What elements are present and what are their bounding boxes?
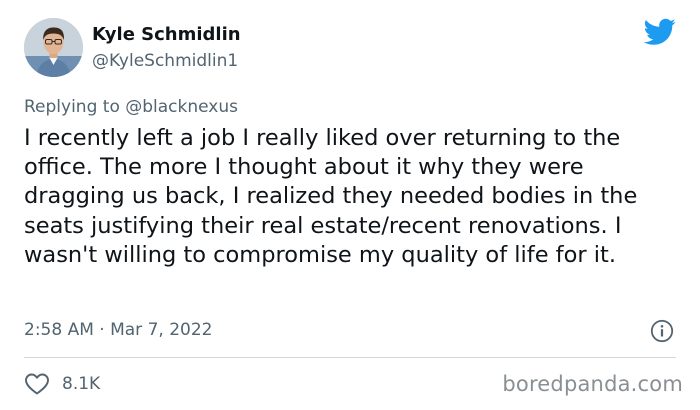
heart-icon [25,373,49,395]
replying-to-prefix: Replying to [24,97,120,117]
like-count: 8.1K [62,374,101,394]
reply-mention-link[interactable]: @blacknexus [125,97,238,117]
like-button[interactable]: 8.1K [24,372,100,396]
tweet-card: Kyle Schmidlin @KyleSchmidlin1 Replying … [0,0,700,410]
watermark: boredpanda.com [502,372,683,396]
profile-photo-icon [24,18,83,77]
author-display-name[interactable]: Kyle Schmidlin [92,24,241,45]
tweet-timestamp[interactable]: 2:58 AM · Mar 7, 2022 [24,320,212,340]
replying-to-line: Replying to @blacknexus [24,97,238,117]
info-icon[interactable] [650,319,674,343]
tweet-text: I recently left a job I really liked ove… [24,125,638,268]
twitter-bird-icon[interactable] [644,18,676,46]
avatar[interactable] [24,18,83,77]
divider [24,357,676,358]
author-handle[interactable]: @KyleSchmidlin1 [92,51,238,71]
